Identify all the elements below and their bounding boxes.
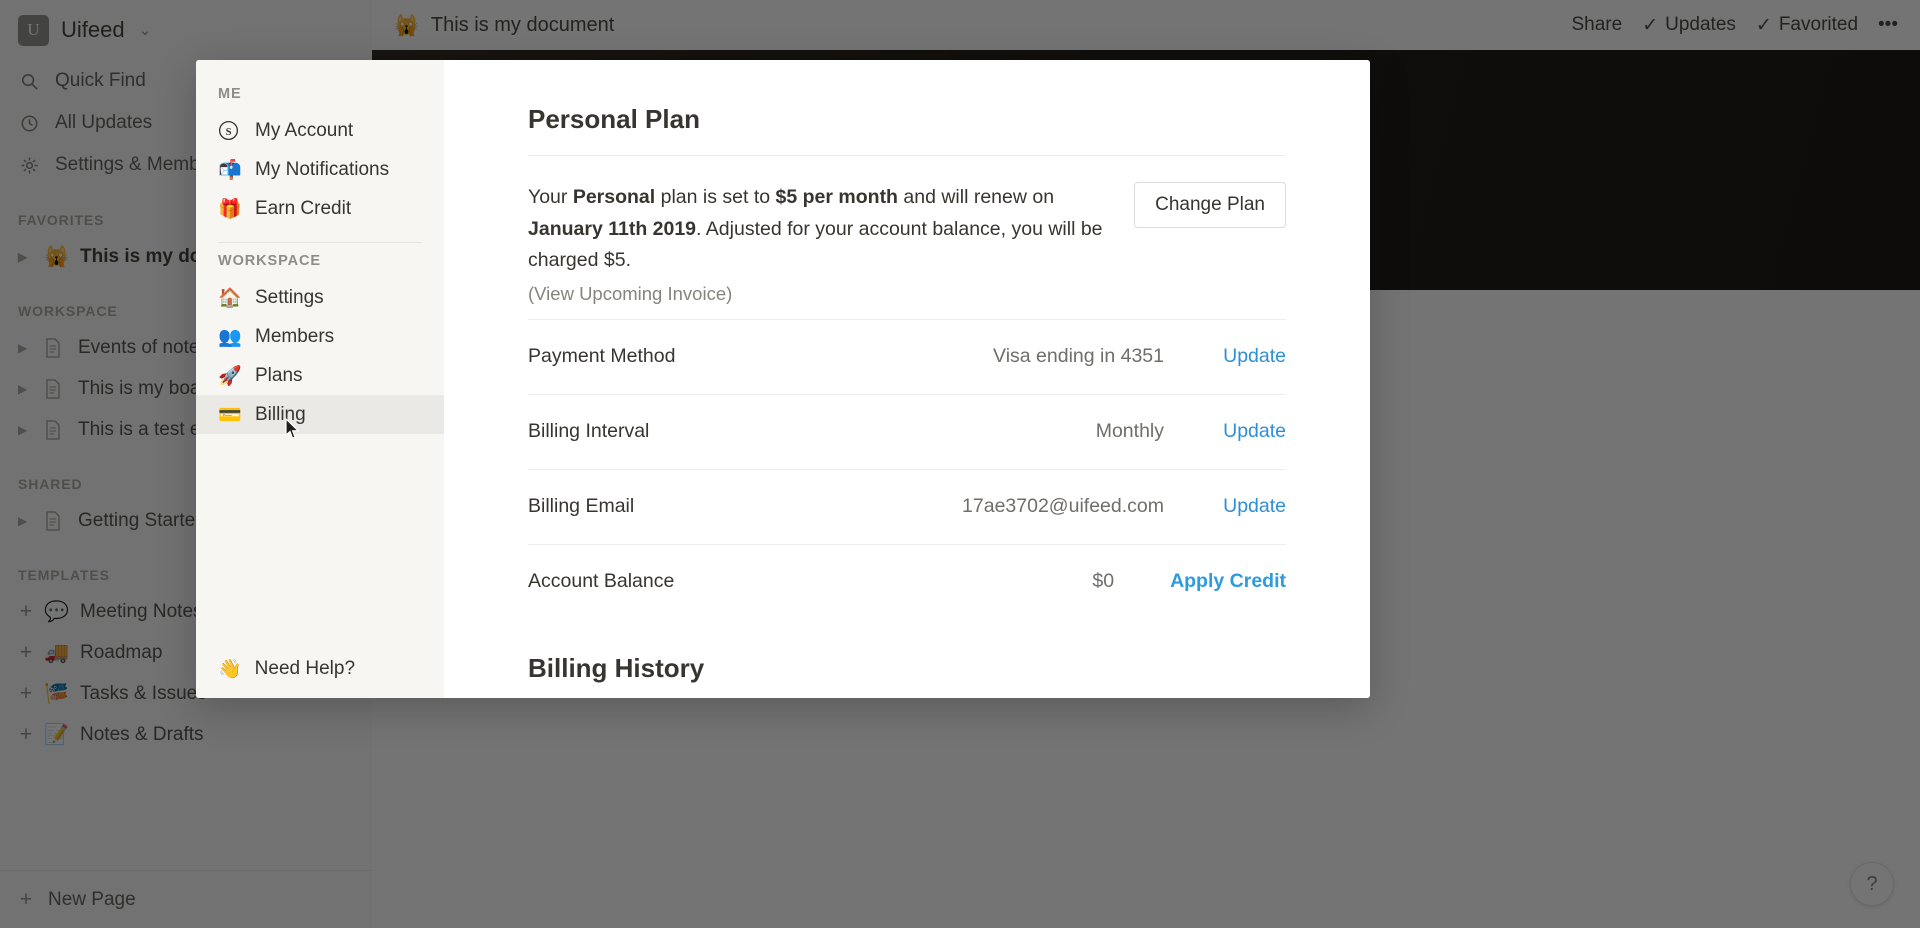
summary-plan-name: Personal — [572, 186, 656, 208]
svg-text:S: S — [226, 127, 232, 138]
billing-row-billing-interval: Billing Interval Monthly Update — [528, 393, 1286, 469]
settings-item-my-account[interactable]: S My Account — [196, 111, 444, 150]
update-billing-interval-link[interactable]: Update — [1220, 420, 1286, 443]
settings-modal-sidebar: Me S My Account 📬 My Notifications 🎁 Ear… — [196, 60, 444, 698]
rocket-icon: 🚀 — [218, 365, 242, 387]
mailbox-icon: 📬 — [218, 159, 242, 181]
house-icon: 🏠 — [218, 287, 242, 309]
billing-row-account-balance: Account Balance $0 Apply Credit — [528, 543, 1286, 619]
plan-summary-text: Your Personal plan is set to $5 per mont… — [528, 182, 1110, 309]
update-billing-email-link[interactable]: Update — [1220, 495, 1286, 518]
summary-mid-1: plan is set to — [655, 186, 776, 208]
billing-row-billing-email: Billing Email 17ae3702@uifeed.com Update — [528, 468, 1286, 544]
page-title: Personal Plan — [528, 104, 700, 134]
settings-item-label: My Notifications — [255, 158, 390, 180]
gift-icon: 🎁 — [218, 198, 242, 220]
row-label: Payment Method — [528, 345, 676, 368]
plan-summary-block: Your Personal plan is set to $5 per mont… — [528, 156, 1286, 319]
settings-item-label: Members — [255, 325, 335, 347]
summary-prefix: Your — [528, 186, 573, 208]
settings-item-billing[interactable]: 💳 Billing — [196, 395, 444, 434]
summary-mid-2: and will renew on — [897, 186, 1055, 208]
row-value: 17ae3702@uifeed.com — [962, 495, 1164, 518]
settings-section-label-workspace: Workspace — [218, 253, 321, 269]
credit-card-icon: 💳 — [218, 404, 242, 426]
summary-renewal-date: January 11th 2019 — [528, 217, 697, 240]
people-icon: 👥 — [218, 326, 242, 348]
waving-hand-icon: 👋 — [218, 659, 242, 680]
row-value: $0 — [1092, 570, 1115, 593]
settings-item-label: My Account — [255, 119, 354, 141]
settings-section-label-me: Me — [218, 86, 242, 102]
row-label: Account Balance — [528, 570, 675, 593]
account-circle-icon: S — [218, 120, 242, 141]
need-help-button[interactable]: 👋 Need Help? — [196, 640, 444, 698]
settings-item-plans[interactable]: 🚀 Plans — [196, 356, 444, 395]
billing-row-payment-method: Payment Method Visa ending in 4351 Updat… — [528, 318, 1286, 394]
update-payment-method-link[interactable]: Update — [1220, 345, 1286, 368]
settings-item-members[interactable]: 👥 Members — [196, 317, 444, 356]
row-label: Billing Interval — [528, 420, 650, 443]
settings-item-settings[interactable]: 🏠 Settings — [196, 278, 444, 317]
billing-history-title: Billing History — [528, 652, 705, 683]
apply-credit-link[interactable]: Apply Credit — [1170, 570, 1286, 593]
settings-item-label: Billing — [255, 403, 306, 425]
settings-item-label: Plans — [255, 364, 303, 386]
settings-modal: Me S My Account 📬 My Notifications 🎁 Ear… — [196, 60, 1370, 698]
summary-price: $5 per month — [775, 186, 898, 208]
change-plan-button[interactable]: Change Plan — [1134, 182, 1286, 228]
settings-item-label: Earn Credit — [255, 197, 352, 219]
billing-panel: Personal Plan Your Personal plan is set … — [444, 60, 1370, 698]
need-help-label: Need Help? — [254, 658, 356, 679]
settings-item-earn-credit[interactable]: 🎁 Earn Credit — [196, 189, 444, 228]
settings-item-label: Settings — [255, 286, 324, 308]
row-value: Monthly — [1095, 420, 1164, 443]
settings-item-my-notifications[interactable]: 📬 My Notifications — [196, 150, 444, 189]
settings-sidebar-divider — [218, 242, 422, 243]
row-value: Visa ending in 4351 — [993, 345, 1164, 368]
row-label: Billing Email — [528, 495, 635, 518]
view-upcoming-invoice-link[interactable]: (View Upcoming Invoice) — [528, 279, 1110, 309]
